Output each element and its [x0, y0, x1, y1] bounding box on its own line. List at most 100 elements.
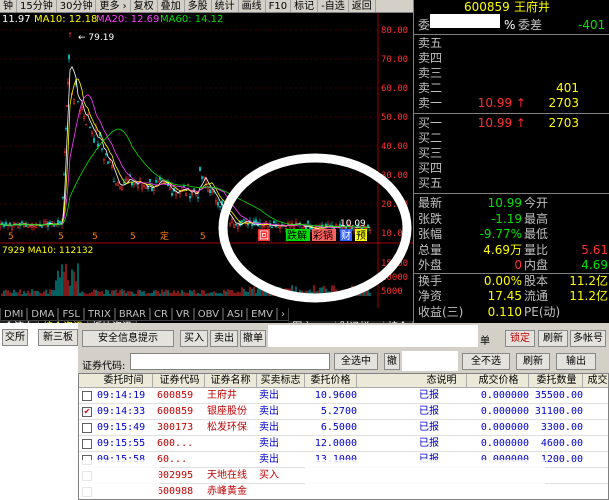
toolbar-item-7[interactable]: 统计 — [212, 0, 239, 12]
ask-row: 卖三 — [414, 66, 609, 81]
y-axis-label: 50.00 — [381, 113, 408, 123]
code-input[interactable] — [130, 353, 330, 370]
candle-body — [111, 165, 113, 169]
kline-chart[interactable]: 80.00 70.00 60.00 50.00 40.00 30.00 20.00 10.00… — [0, 13, 413, 334]
stat-row: 外盘 0 内盘 4.69 — [414, 258, 609, 273]
candle-body — [279, 226, 281, 230]
grid-column-header[interactable]: 成交 — [583, 374, 608, 388]
indicator-tab[interactable]: DMA — [27, 308, 59, 321]
candle-body — [1, 222, 3, 225]
grid-column-header[interactable]: 证券名称 — [205, 374, 257, 388]
redaction-box — [79, 460, 159, 499]
indicator-tab[interactable]: › — [276, 308, 289, 321]
grid-action-button[interactable]: 输出 — [556, 353, 596, 370]
candle-body — [87, 113, 89, 116]
market-tab[interactable]: 交所 — [2, 329, 28, 346]
committee-diff-value: -401 — [578, 18, 606, 32]
bid-row: 买五 — [414, 176, 609, 191]
candle-body — [45, 221, 47, 225]
indicator-tab[interactable]: OBV — [193, 308, 224, 321]
grid-column-header[interactable]: 委托时间 — [95, 374, 153, 388]
indicator-tab[interactable]: FSL — [58, 308, 84, 321]
stat-row: 净资 17.45 流通 11.2亿 — [414, 289, 609, 304]
indicator-tab[interactable]: VR — [171, 308, 194, 321]
indicator-tab[interactable]: TRIX — [83, 308, 115, 321]
indicator-tab[interactable]: BRAR — [114, 308, 151, 321]
toolbar-item-9[interactable]: F10 — [266, 0, 292, 12]
candle-body — [69, 32, 71, 34]
order-cell-side: 卖出 — [259, 422, 279, 433]
indicator-tab[interactable]: CR — [150, 308, 172, 321]
grid-action-button[interactable]: 全不选 — [462, 353, 510, 370]
stat-label: 张幅 — [418, 227, 443, 241]
toolbar-item-10[interactable]: 标记 — [291, 0, 319, 12]
order-row[interactable]: 09:14:19 600859 王府井 卖出 10.9600 已报 0.000000 3550… — [79, 388, 608, 404]
trade-right-button[interactable]: 锁定 — [505, 330, 535, 347]
trade-toolbar-button[interactable]: 撤单 — [240, 330, 266, 347]
ma-legend-item: MA10: 12.18 — [34, 14, 98, 25]
order-row[interactable]: 09:15:55 600... 卖出 12.0000 已报 0.000000 4600.00 — [79, 436, 608, 452]
event-marker-label: 回 — [259, 230, 269, 242]
trade-right-button[interactable]: 刷新 — [538, 330, 568, 347]
grid-column-header[interactable]: 委托价格 — [305, 374, 357, 388]
toolbar-item-3[interactable]: 更多 › — [96, 0, 131, 12]
ask-label: 卖一 — [418, 96, 443, 110]
stat-label: 今开 — [524, 196, 549, 210]
grid-column-header[interactable]: 委托数量 — [531, 374, 583, 388]
toolbar-item-1[interactable]: 15分钟 — [17, 0, 57, 12]
grid-column-header[interactable]: 成交价格 — [469, 374, 529, 388]
row-checkbox[interactable]: ✔ — [82, 407, 92, 417]
trade-toolbar-button[interactable]: 安全信息提示 — [82, 330, 174, 347]
grid-column-header[interactable]: 证券代码 — [155, 374, 205, 388]
row-checkbox[interactable] — [82, 391, 92, 401]
candle-body — [267, 225, 269, 230]
toolbar-item-5[interactable]: 叠加 — [158, 0, 185, 12]
stat-label: 最低 — [524, 227, 549, 241]
toolbar-item-8[interactable]: 画线 — [239, 0, 266, 12]
trade-toolbar-button[interactable]: 卖出 — [210, 330, 238, 347]
trade-right-button[interactable]: 多帐号 — [570, 330, 606, 347]
market-tab[interactable]: 新三板 — [38, 329, 78, 346]
indicator-tab[interactable]: DMI — [0, 308, 28, 321]
stat-label: 外盘 — [418, 258, 443, 272]
order-cell-status: 已报 — [419, 390, 439, 401]
stat-label: PE(动) — [524, 304, 561, 319]
order-cell-side: 买入 — [259, 470, 279, 481]
candle-body — [137, 184, 139, 188]
stat-label: 流通 — [524, 289, 549, 303]
order-cell-side: 卖出 — [259, 454, 279, 465]
grid-action-button[interactable]: 刷新 — [516, 353, 550, 370]
chart-toolbar: 钟 15分钟 30分钟 更多 › 复权 叠加 多股 统计 画线 F10 标记 -自选 返回 — [0, 0, 413, 13]
candle-body — [243, 219, 245, 221]
stat-value: 11.2亿 — [569, 289, 608, 303]
select-all-button[interactable]: 全选中 — [334, 353, 378, 370]
row-checkbox[interactable] — [82, 439, 92, 449]
candle-body — [155, 180, 157, 183]
bid-row: 买一 10.99 ↑ 2703 — [414, 116, 609, 131]
toolbar-item-0[interactable]: 钟 — [0, 0, 17, 12]
trade-toolbar-button[interactable]: 买入 — [180, 330, 208, 347]
grid-column-header[interactable]: 买卖标志 — [257, 374, 305, 388]
candle-body — [231, 218, 233, 223]
committee-diff-label: 委差 — [518, 18, 543, 32]
indicator-tab[interactable]: ASI — [223, 308, 248, 321]
toolbar-item-12[interactable]: 返回 — [349, 0, 376, 12]
toolbar-item-2[interactable]: 30分钟 — [57, 0, 97, 12]
order-row[interactable]: ✔ 09:14:33 600859 银座股份 卖出 5.2700 已报 0.000000 311… — [79, 404, 608, 420]
withdraw-button[interactable]: 撤 — [384, 353, 400, 370]
event-marker-label: 跌解 — [287, 229, 307, 242]
order-cell-deal-price: 0.000000 — [480, 438, 529, 449]
grid-column-header[interactable]: 态说明 — [417, 374, 467, 388]
row-checkbox[interactable] — [82, 423, 92, 433]
event-small-marker: 5 — [130, 232, 136, 242]
ask-row: 卖一 10.99 ↑ 2703 — [414, 96, 609, 111]
toolbar-item-11[interactable]: -自选 — [318, 0, 349, 12]
candle-body — [91, 131, 93, 135]
toolbar-item-4[interactable]: 复权 — [131, 0, 158, 12]
stat-value: -9.77% — [479, 227, 522, 241]
indicator-tab[interactable]: EMV — [247, 308, 277, 321]
toolbar-item-6[interactable]: 多股 — [185, 0, 212, 12]
order-row[interactable]: 09:15:49 300173 松发环保 卖出 6.5000 已报 0.000000 3300… — [79, 420, 608, 436]
candle-body — [0, 224, 1, 229]
order-cell-code: 600988 — [157, 486, 194, 497]
